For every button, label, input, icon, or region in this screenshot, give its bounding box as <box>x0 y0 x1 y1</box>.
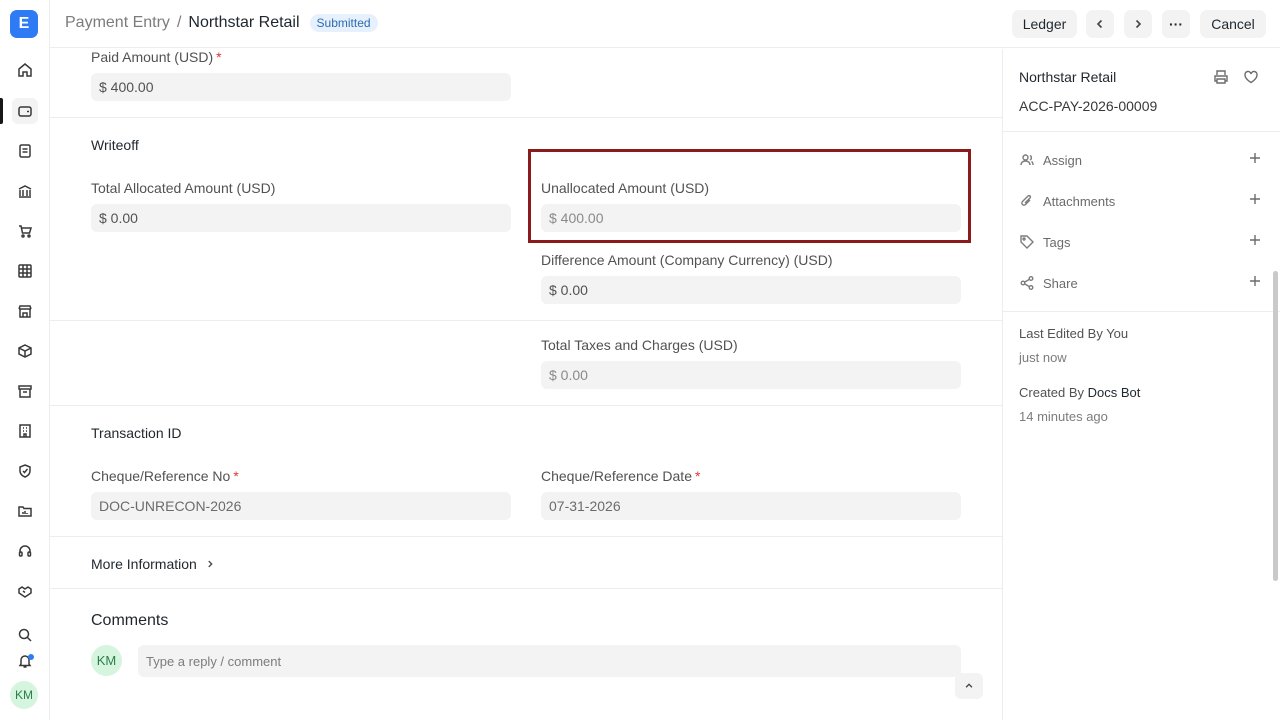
sidebar-item-label: Tags <box>1043 234 1071 250</box>
handshake-icon[interactable] <box>12 578 38 604</box>
reference-date-field[interactable]: 07-31-2026 <box>541 492 961 520</box>
reference-date-label: Cheque/Reference Date * <box>541 468 701 484</box>
section-divider <box>50 320 1002 321</box>
sidebar-title: Northstar Retail <box>1019 69 1117 85</box>
status-badge: Submitted <box>309 14 378 32</box>
paid-amount-field[interactable]: $ 400.00 <box>91 73 511 101</box>
chevron-right-icon <box>208 560 213 568</box>
section-divider <box>50 588 1002 589</box>
plus-icon[interactable] <box>1249 193 1265 209</box>
sidebar-divider <box>1003 131 1280 132</box>
box-icon[interactable] <box>12 338 38 364</box>
difference-amount-label: Difference Amount (Company Currency) (US… <box>541 252 833 268</box>
building-icon[interactable] <box>12 418 38 444</box>
sidebar-divider <box>1003 311 1280 312</box>
section-divider <box>50 117 1002 118</box>
notification-dot <box>28 654 34 660</box>
sidebar-item-tags[interactable]: Tags <box>1019 232 1265 252</box>
created-by: Created By Docs Bot <box>1019 385 1140 400</box>
plus-icon[interactable] <box>1249 234 1265 250</box>
breadcrumb-parent[interactable]: Payment Entry <box>65 14 170 32</box>
more-information-toggle[interactable]: More Information <box>91 556 215 572</box>
last-edited-label: Last Edited By You <box>1019 326 1129 341</box>
table-icon[interactable] <box>12 258 38 284</box>
page-header: Payment Entry / Northstar Retail Submitt… <box>50 0 1280 48</box>
plus-icon[interactable] <box>1249 275 1265 291</box>
last-edited-time: just now <box>1019 350 1067 365</box>
created-time: 14 minutes ago <box>1019 409 1108 424</box>
headset-icon[interactable] <box>12 538 38 564</box>
cancel-button[interactable]: Cancel <box>1200 10 1266 38</box>
document-icon[interactable] <box>12 138 38 164</box>
total-taxes-label: Total Taxes and Charges (USD) <box>541 337 738 353</box>
breadcrumb-separator: / <box>176 14 182 31</box>
form-sidebar: Northstar Retail ACC-PAY-2026-00009 Assi… <box>1002 49 1280 720</box>
sidebar-item-share[interactable]: Share <box>1019 273 1265 293</box>
section-divider <box>50 536 1002 537</box>
reference-no-label: Cheque/Reference No * <box>91 468 239 484</box>
cart-icon[interactable] <box>12 218 38 244</box>
more-information-label: More Information <box>91 556 197 572</box>
tag-icon <box>1019 234 1035 250</box>
total-allocated-field[interactable]: $ 0.00 <box>91 204 511 232</box>
heart-icon[interactable] <box>1243 69 1259 85</box>
sidebar-item-attachments[interactable]: Attachments <box>1019 191 1265 211</box>
writeoff-section-title: Writeoff <box>91 137 139 153</box>
scroll-to-top-button[interactable] <box>955 673 983 699</box>
created-by-name[interactable]: Docs Bot <box>1088 385 1141 400</box>
difference-amount-field[interactable]: $ 0.00 <box>541 276 961 304</box>
chevron-right-icon <box>1135 19 1142 29</box>
store-icon[interactable] <box>12 298 38 324</box>
app-logo[interactable]: E <box>10 10 38 38</box>
comments-title: Comments <box>91 612 169 629</box>
sidebar-item-label: Assign <box>1043 152 1083 168</box>
active-indicator <box>0 98 3 124</box>
form-area: Paid Amount (USD) * $ 400.00 Writeoff Tot… <box>50 49 1002 720</box>
home-icon[interactable] <box>12 57 38 83</box>
document-id: ACC-PAY-2026-00009 <box>1019 98 1158 114</box>
search-icon[interactable] <box>12 622 38 648</box>
app-rail: E KM <box>0 0 50 720</box>
bank-icon[interactable] <box>12 178 38 204</box>
user-icon <box>1019 152 1035 168</box>
plus-icon[interactable] <box>1249 152 1265 168</box>
sidebar-item-label: Attachments <box>1043 193 1116 209</box>
highlight-box <box>528 149 971 243</box>
sidebar-scrollbar[interactable] <box>1273 271 1278 581</box>
paperclip-icon <box>1019 193 1035 209</box>
comment-input[interactable]: Type a reply / comment <box>138 645 961 677</box>
sidebar-item-assign[interactable]: Assign <box>1019 150 1265 170</box>
page-title: Northstar Retail <box>188 14 300 31</box>
comment-avatar: KM <box>91 645 122 676</box>
more-options-button[interactable]: ··· <box>1162 10 1190 38</box>
next-button[interactable] <box>1124 10 1152 38</box>
bell-icon[interactable] <box>12 648 38 674</box>
archive-icon[interactable] <box>12 378 38 404</box>
chevron-left-icon <box>1096 19 1103 29</box>
previous-button[interactable] <box>1086 10 1114 38</box>
shield-icon[interactable] <box>12 458 38 484</box>
share-icon <box>1019 275 1035 291</box>
paid-amount-label: Paid Amount (USD) * <box>91 49 222 65</box>
print-icon[interactable] <box>1213 69 1229 85</box>
total-taxes-field[interactable]: $ 0.00 <box>541 361 961 389</box>
folder-chart-icon[interactable] <box>12 498 38 524</box>
chevron-up-icon <box>965 683 973 688</box>
total-allocated-label: Total Allocated Amount (USD) <box>91 180 276 196</box>
created-by-prefix: Created By <box>1019 385 1088 400</box>
transaction-section-title: Transaction ID <box>91 425 182 441</box>
wallet-icon[interactable] <box>12 98 38 124</box>
reference-no-field[interactable]: DOC-UNRECON-2026 <box>91 492 511 520</box>
sidebar-item-label: Share <box>1043 275 1078 291</box>
ledger-button[interactable]: Ledger <box>1012 10 1077 38</box>
breadcrumb: Payment Entry / Northstar Retail Submitt… <box>65 14 378 32</box>
user-avatar[interactable]: KM <box>10 681 38 709</box>
section-divider <box>50 405 1002 406</box>
